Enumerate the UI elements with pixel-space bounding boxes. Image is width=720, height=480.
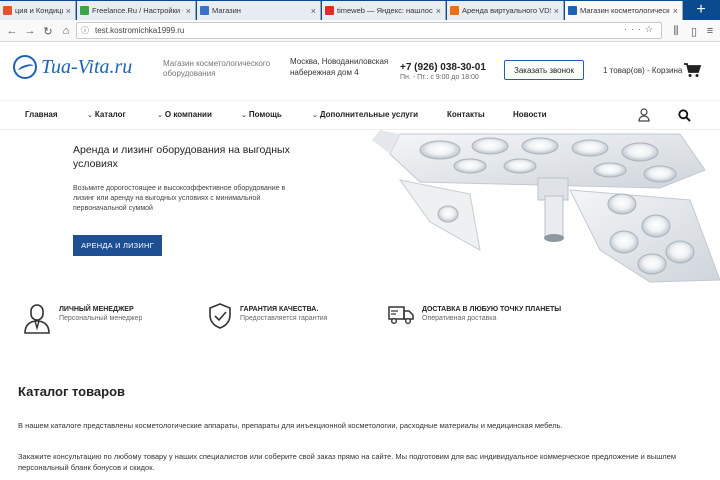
feature-subtitle: Предоставляется гарантия xyxy=(240,315,328,322)
order-call-button[interactable]: Заказать звонок xyxy=(504,60,584,80)
sidebar-icon[interactable]: ▯ xyxy=(686,23,702,39)
tab-label: ция и Кондиционеры - интернет xyxy=(15,6,63,15)
rent-and-leasing-button[interactable]: АРЕНДА И ЛИЗИНГ xyxy=(73,235,162,256)
tab-close-icon[interactable]: × xyxy=(66,6,71,16)
tab-close-icon[interactable]: × xyxy=(311,6,316,16)
page-actions-icon[interactable]: ···☆ xyxy=(624,24,657,35)
manager-icon xyxy=(24,304,50,334)
url-text: test.kostromichka1999.ru xyxy=(95,26,185,35)
catalog-consult-text: Закажите консультацию по любому товару у… xyxy=(18,452,677,472)
address-bar[interactable]: ⓘ test.kostromichka1999.ru ···☆ xyxy=(76,22,662,39)
menu-icon[interactable]: ≡ xyxy=(702,23,718,39)
menu-item-label: Помощь xyxy=(248,110,282,119)
tab-favicon-icon xyxy=(80,6,89,15)
tab-favicon-icon xyxy=(3,6,12,15)
browser-tab-bar: ция и Кондиционеры - интернет × Freelanc… xyxy=(0,0,720,20)
feature-subtitle: Персональный менеджер xyxy=(59,315,143,322)
menu-item-contacts[interactable]: Контакты xyxy=(447,110,485,119)
tab-label: Аренда виртуального VDS/V xyxy=(462,6,551,15)
tab-close-icon[interactable]: × xyxy=(554,6,559,16)
feature-title: ГАРАНТИЯ КАЧЕСТВА. xyxy=(240,306,319,313)
chevron-down-icon: ⌄ xyxy=(87,112,93,119)
tab-close-icon[interactable]: × xyxy=(186,6,191,16)
menu-item-label: О компании xyxy=(164,110,212,119)
tab-label: timeweb — Яндекс: нашлось xyxy=(337,6,433,15)
truck-icon xyxy=(388,306,414,325)
cart-icon[interactable] xyxy=(683,62,701,78)
browser-nav-bar: ← → ↻ ⌂ ⓘ test.kostromichka1999.ru ···☆ … xyxy=(0,20,720,42)
new-tab-button[interactable]: + xyxy=(683,0,719,20)
cart-link[interactable]: 1 товар(ов) - Корзина xyxy=(603,66,682,75)
store-address: Москва, Новоданиловская набережная дом 4 xyxy=(290,57,389,77)
shield-check-icon xyxy=(209,303,231,329)
hero-title: Аренда и лизинг оборудования на выгодных… xyxy=(73,144,290,170)
feature-title: ДОСТАВКА В ЛЮБУЮ ТОЧКУ ПЛАНЕТЫ xyxy=(422,306,562,313)
working-hours: Пн. - Пт.: с 9:00 до 18:00 xyxy=(400,74,479,81)
search-icon[interactable] xyxy=(678,109,691,122)
tab-label: Магазин косметологического о xyxy=(580,6,670,15)
menu-item-label: Каталог xyxy=(94,110,126,119)
logo-mark-icon xyxy=(13,55,37,79)
browser-tab[interactable]: timeweb — Яндекс: нашлось × xyxy=(322,1,446,20)
menu-item-services[interactable]: ⌄ Дополнительные услуги xyxy=(312,110,418,119)
phone-number[interactable]: +7 (926) 038-30-01 xyxy=(400,62,486,73)
chevron-down-icon: ⌄ xyxy=(241,112,247,119)
forward-icon[interactable]: → xyxy=(22,23,38,39)
menu-item-help[interactable]: ⌄ Помощь xyxy=(241,110,282,119)
site-logo[interactable]: Tua-Vita.ru xyxy=(13,55,132,79)
tab-label: Магазин xyxy=(212,6,241,15)
menu-item-home[interactable]: Главная xyxy=(25,110,58,119)
browser-tab[interactable]: Freelance.Ru / Настройки - Ин × xyxy=(77,1,196,20)
tab-favicon-icon xyxy=(325,6,334,15)
menu-item-news[interactable]: Новости xyxy=(513,110,547,119)
back-icon[interactable]: ← xyxy=(4,23,20,39)
site-tagline: Магазин косметологического оборудования xyxy=(163,59,271,78)
browser-tab[interactable]: ция и Кондиционеры - интернет × xyxy=(0,1,76,20)
tab-close-icon[interactable]: × xyxy=(436,6,441,16)
tab-favicon-icon xyxy=(568,6,577,15)
surgical-lamp-image xyxy=(360,130,720,283)
menu-item-catalog[interactable]: ⌄ Каталог xyxy=(87,110,126,119)
menu-item-label: Контакты xyxy=(447,110,485,119)
browser-tab[interactable]: Аренда виртуального VDS/V × xyxy=(447,1,564,20)
menu-item-about[interactable]: ⌄ О компании xyxy=(157,110,212,119)
feature-title: ЛИЧНЫЙ МЕНЕДЖЕР xyxy=(59,306,134,313)
browser-tab-active[interactable]: Магазин косметологического о × xyxy=(565,1,683,20)
menu-item-label: Главная xyxy=(25,110,58,119)
main-menu: Главная ⌄ Каталог ⌄ О компании ⌄ Помощь ⌄ До… xyxy=(0,100,720,130)
hero-description: Возьмите дорогостоящее и высокоэффективн… xyxy=(73,185,286,212)
tab-label: Freelance.Ru / Настройки - Ин xyxy=(92,6,183,15)
site-info-icon[interactable]: ⓘ xyxy=(81,25,89,36)
feature-quality-guarantee: ГАРАНТИЯ КАЧЕСТВА. Предоставляется гаран… xyxy=(208,302,327,330)
home-icon[interactable]: ⌂ xyxy=(58,23,74,39)
catalog-intro-text: В нашем каталоге представлены косметолог… xyxy=(18,421,563,430)
feature-personal-manager: ЛИЧНЫЙ МЕНЕДЖЕР Персональный менеджер xyxy=(23,302,142,334)
feature-delivery: ДОСТАВКА В ЛЮБУЮ ТОЧКУ ПЛАНЕТЫ Оперативн… xyxy=(388,302,561,326)
reload-icon[interactable]: ↻ xyxy=(40,23,56,39)
logo-text: Tua-Vita.ru xyxy=(41,55,133,78)
tab-favicon-icon xyxy=(200,6,209,15)
tab-close-icon[interactable]: × xyxy=(673,6,678,16)
menu-item-label: Дополнительные услуги xyxy=(319,110,418,119)
browser-tab[interactable]: Магазин × xyxy=(197,1,321,20)
catalog-heading: Каталог товаров xyxy=(18,384,126,399)
feature-subtitle: Оперативная доставка xyxy=(422,315,497,322)
chevron-down-icon: ⌄ xyxy=(157,112,163,119)
tab-favicon-icon xyxy=(450,6,459,15)
library-icon[interactable]: ⫼ xyxy=(668,23,684,39)
user-account-icon[interactable] xyxy=(638,108,650,122)
chevron-down-icon: ⌄ xyxy=(312,112,318,119)
menu-item-label: Новости xyxy=(513,110,547,119)
